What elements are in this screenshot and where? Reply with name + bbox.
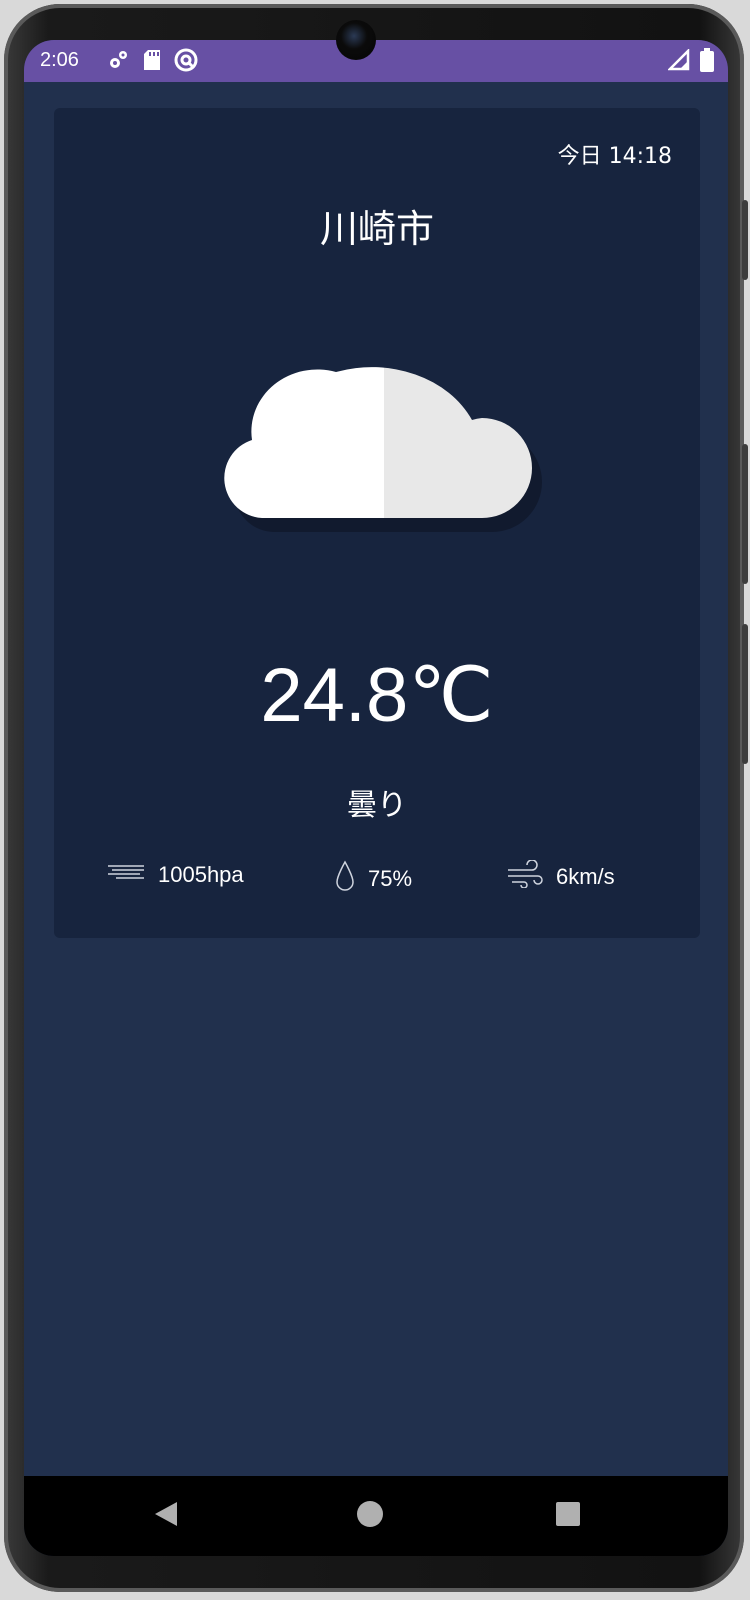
status-icons-left <box>106 48 198 76</box>
temperature: 24.8℃ <box>260 653 494 738</box>
sync-icon <box>174 48 198 76</box>
home-icon <box>356 1500 384 1532</box>
status-time: 2:06 <box>40 49 79 71</box>
power-button <box>742 444 748 584</box>
water-drop-icon <box>334 860 356 898</box>
status-icons-right <box>666 47 714 76</box>
weather-card: 今日 14:18 川崎市 24.8℃ 曇り 1005hpa 75% 6km/s <box>54 108 700 938</box>
weather-stats: 1005hpa 75% 6km/s <box>54 859 700 900</box>
cloud-icon <box>204 340 554 540</box>
pressure-stat: 1005hpa <box>106 860 244 890</box>
city-name: 川崎市 <box>319 207 434 251</box>
pressure-icon <box>106 860 146 890</box>
back-icon <box>153 1500 179 1532</box>
signal-icon <box>666 47 690 75</box>
pressure-value: 1005hpa <box>158 862 244 887</box>
recents-icon <box>555 1501 581 1531</box>
humidity-value: 75% <box>368 866 413 891</box>
side-button <box>742 624 748 764</box>
screen: 2:06 今日 14:18 川崎市 24.8℃ 曇り 1005hpa 75% 6… <box>24 40 728 1556</box>
wind-stat: 6km/s <box>506 859 615 894</box>
volume-button <box>742 200 748 280</box>
navigation-bar <box>24 1476 728 1556</box>
front-camera <box>336 20 376 60</box>
settings-icon <box>106 48 130 76</box>
condition-label: 曇り <box>347 788 407 823</box>
battery-icon <box>700 48 714 76</box>
wind-value: 6km/s <box>556 864 615 889</box>
home-button[interactable] <box>352 1498 388 1534</box>
phone-frame: 2:06 今日 14:18 川崎市 24.8℃ 曇り 1005hpa 75% 6… <box>4 4 748 1592</box>
humidity-stat: 75% <box>334 860 412 898</box>
recents-button[interactable] <box>550 1498 586 1534</box>
sd-card-icon <box>142 48 162 76</box>
back-button[interactable] <box>148 1498 184 1534</box>
status-bar: 2:06 <box>24 40 728 82</box>
date-label: 今日 14:18 <box>557 144 672 169</box>
wind-icon <box>506 859 544 894</box>
